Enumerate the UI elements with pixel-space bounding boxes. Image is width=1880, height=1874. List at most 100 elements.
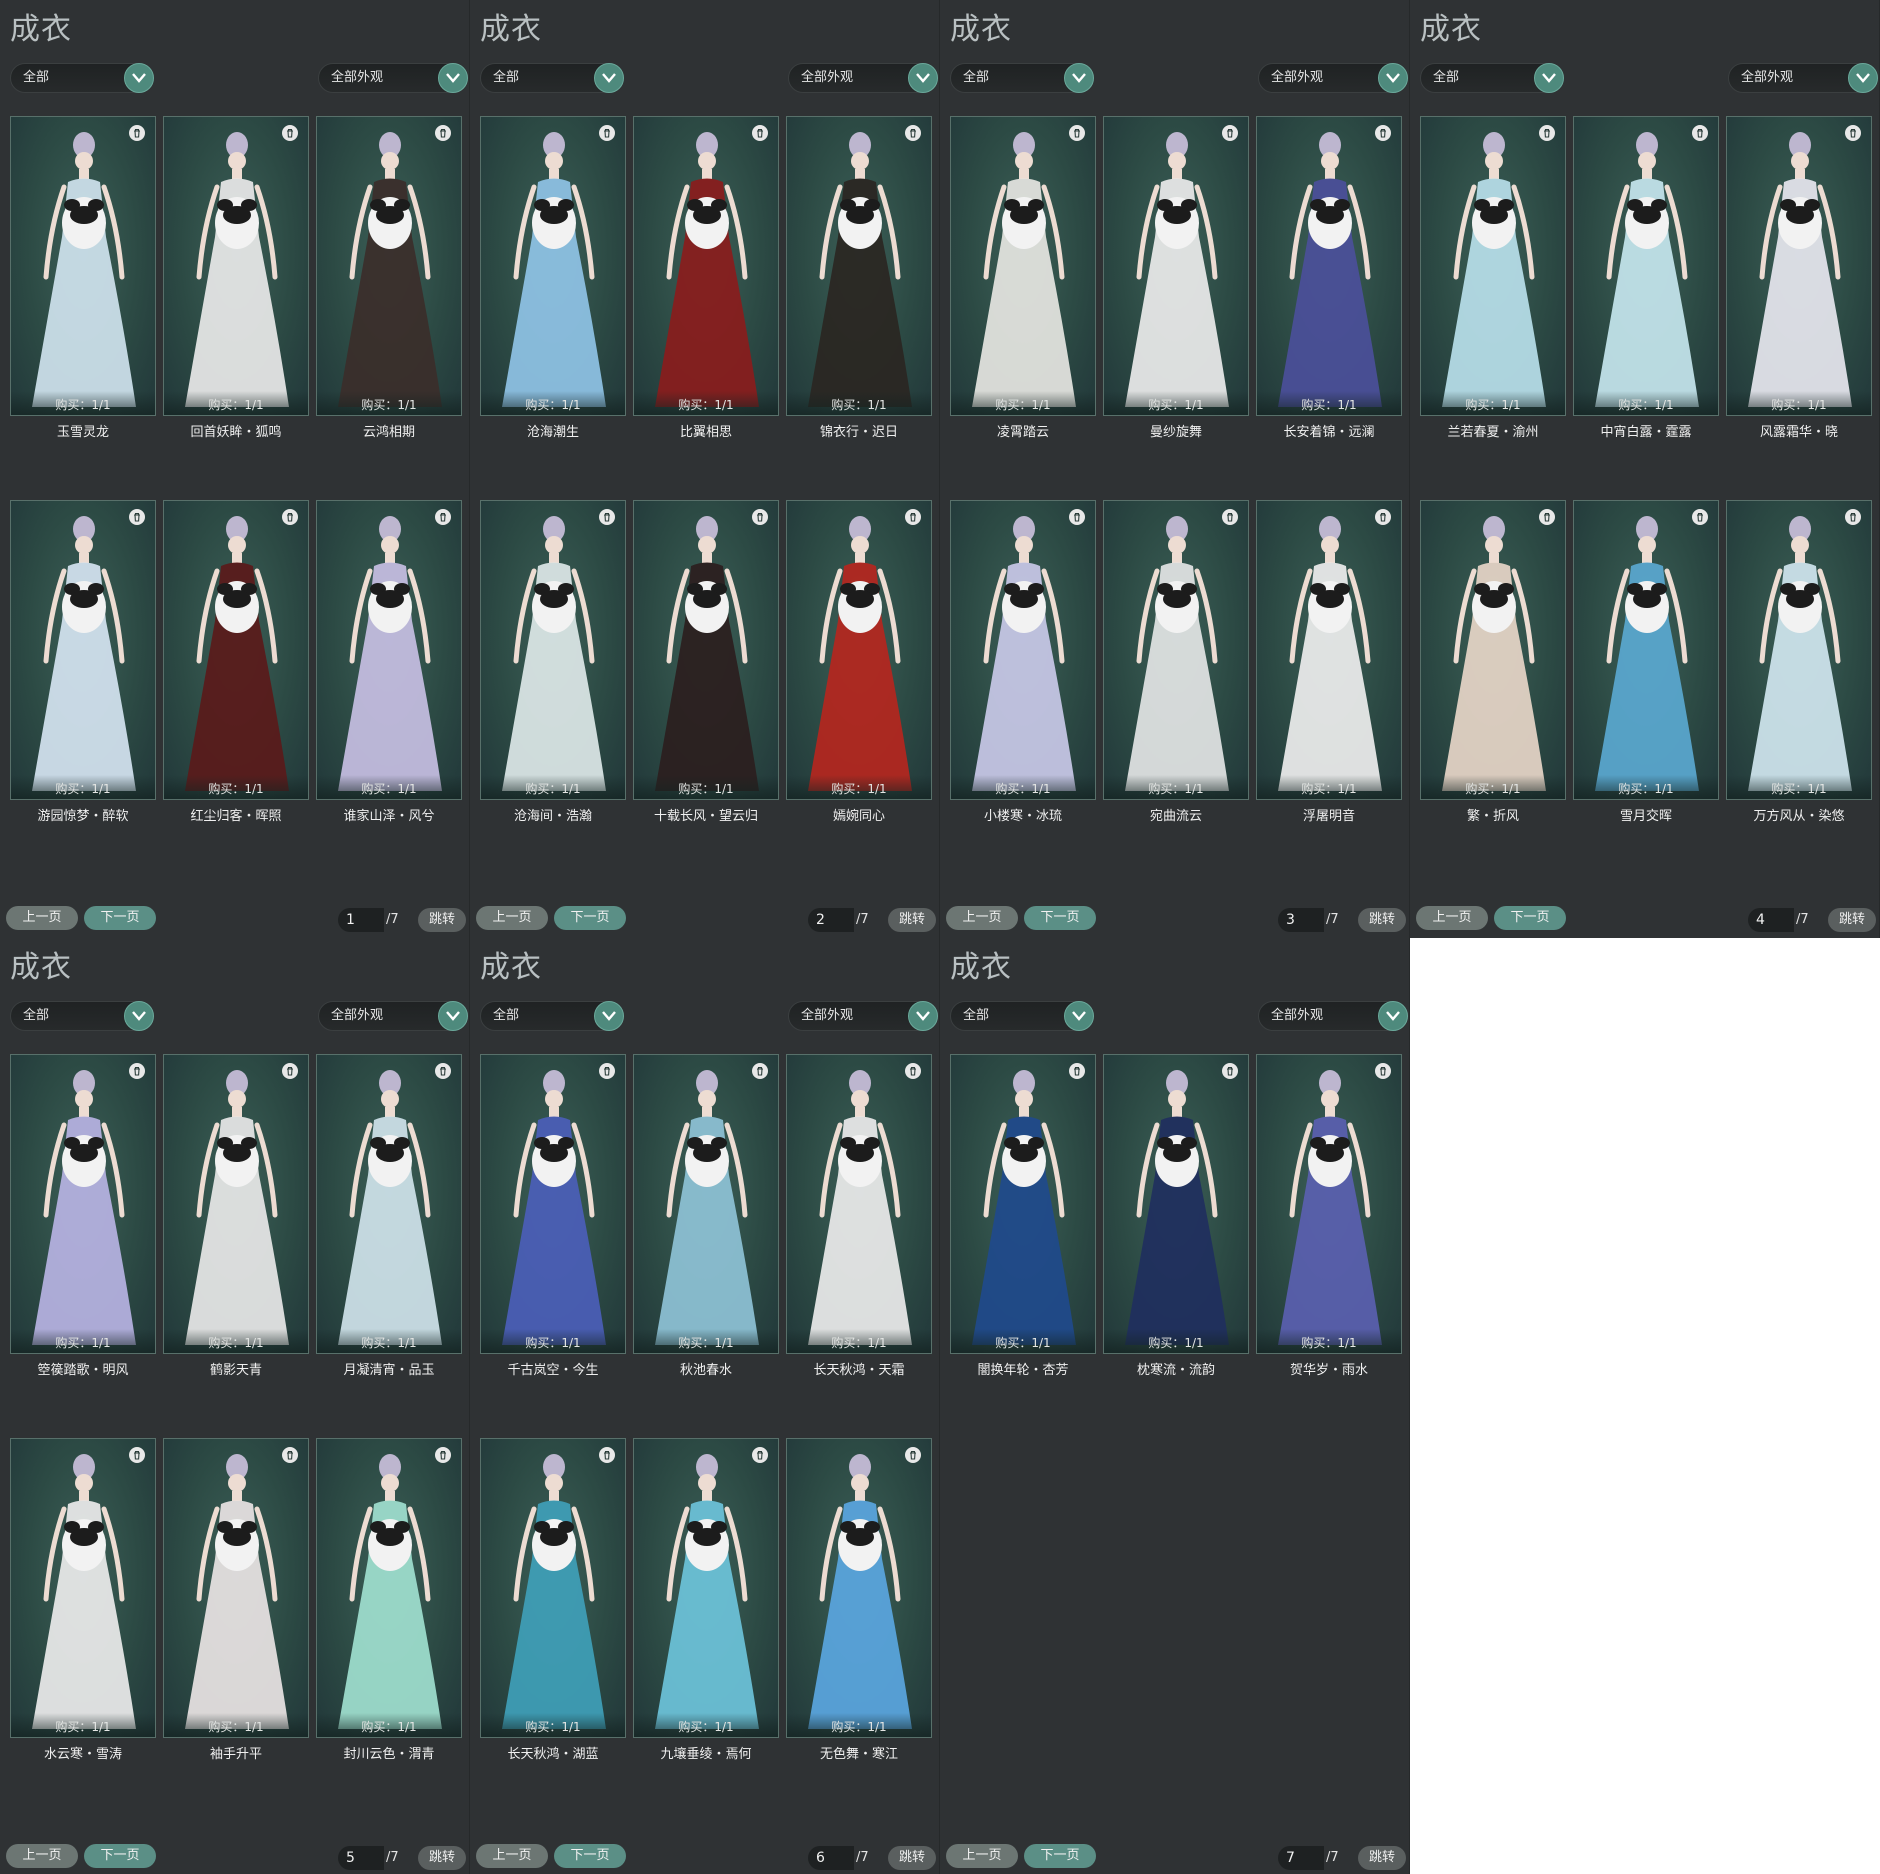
prev-page-button[interactable]: 上一页: [6, 1844, 78, 1868]
next-page-button[interactable]: 下一页: [1024, 906, 1096, 930]
outfit-preview[interactable]: [163, 1054, 309, 1354]
outfit-preview[interactable]: [950, 1054, 1096, 1354]
trash-icon[interactable]: [752, 125, 768, 141]
outfit-preview[interactable]: [480, 116, 626, 416]
outfit-preview[interactable]: [786, 1438, 932, 1738]
chevron-down-icon[interactable]: [1064, 1001, 1094, 1031]
chevron-down-icon[interactable]: [438, 1001, 468, 1031]
next-page-button[interactable]: 下一页: [84, 906, 156, 930]
page-number-input[interactable]: 2: [808, 908, 854, 932]
outfit-card[interactable]: 购买：1/1 雪月交晖: [1573, 500, 1719, 884]
outfit-preview[interactable]: [1573, 116, 1719, 416]
outfit-card[interactable]: 购买：1/1 九壤垂绫・焉何: [633, 1438, 779, 1822]
appearance-dropdown[interactable]: 全部外观: [788, 63, 938, 93]
outfit-card[interactable]: 购买：1/1 中宵白露・霆露: [1573, 116, 1719, 500]
page-number-input[interactable]: 3: [1278, 908, 1324, 932]
outfit-card[interactable]: 购买：1/1 嫣婉同心: [786, 500, 932, 884]
trash-icon[interactable]: [1539, 509, 1555, 525]
outfit-preview[interactable]: [10, 500, 156, 800]
outfit-preview[interactable]: [480, 1054, 626, 1354]
outfit-preview[interactable]: [1420, 116, 1566, 416]
outfit-card[interactable]: 购买：1/1 兰若春夏・渝州: [1420, 116, 1566, 500]
page-number-input[interactable]: 5: [338, 1846, 384, 1870]
outfit-preview[interactable]: [316, 500, 462, 800]
outfit-preview[interactable]: [316, 1054, 462, 1354]
outfit-card[interactable]: 购买：1/1 十载长风・望云归: [633, 500, 779, 884]
category-dropdown[interactable]: 全部: [10, 1001, 154, 1031]
jump-button[interactable]: 跳转: [418, 1846, 466, 1870]
chevron-down-icon[interactable]: [908, 63, 938, 93]
chevron-down-icon[interactable]: [594, 63, 624, 93]
outfit-card[interactable]: 购买：1/1 万方风从・染悠: [1726, 500, 1872, 884]
trash-icon[interactable]: [752, 1063, 768, 1079]
chevron-down-icon[interactable]: [124, 63, 154, 93]
outfit-preview[interactable]: [1103, 1054, 1249, 1354]
outfit-card[interactable]: 购买：1/1 浮屠明音: [1256, 500, 1402, 884]
page-number-input[interactable]: 6: [808, 1846, 854, 1870]
trash-icon[interactable]: [435, 1063, 451, 1079]
prev-page-button[interactable]: 上一页: [6, 906, 78, 930]
trash-icon[interactable]: [435, 125, 451, 141]
outfit-preview[interactable]: [480, 500, 626, 800]
outfit-preview[interactable]: [1726, 500, 1872, 800]
outfit-card[interactable]: 购买：1/1 小楼寒・冰琉: [950, 500, 1096, 884]
trash-icon[interactable]: [282, 1063, 298, 1079]
outfit-card[interactable]: 购买：1/1 贺华岁・雨水: [1256, 1054, 1402, 1438]
outfit-card[interactable]: 购买：1/1 封川云色・渭青: [316, 1438, 462, 1822]
outfit-preview[interactable]: [1103, 500, 1249, 800]
trash-icon[interactable]: [1539, 125, 1555, 141]
outfit-card[interactable]: 购买：1/1 闇换年轮・杏芳: [950, 1054, 1096, 1438]
outfit-card[interactable]: 购买：1/1 长天秋鸿・天霜: [786, 1054, 932, 1438]
trash-icon[interactable]: [599, 1447, 615, 1463]
prev-page-button[interactable]: 上一页: [476, 906, 548, 930]
trash-icon[interactable]: [599, 509, 615, 525]
trash-icon[interactable]: [905, 1447, 921, 1463]
trash-icon[interactable]: [129, 1447, 145, 1463]
outfit-preview[interactable]: [163, 1438, 309, 1738]
outfit-card[interactable]: 购买：1/1 长安着锦・远澜: [1256, 116, 1402, 500]
outfit-card[interactable]: 购买：1/1 沧海间・浩瀚: [480, 500, 626, 884]
chevron-down-icon[interactable]: [124, 1001, 154, 1031]
outfit-card[interactable]: 购买：1/1 千古岚空・今生: [480, 1054, 626, 1438]
trash-icon[interactable]: [1069, 125, 1085, 141]
trash-icon[interactable]: [435, 509, 451, 525]
trash-icon[interactable]: [1375, 125, 1391, 141]
outfit-card[interactable]: 购买：1/1 游园惊梦・醉软: [10, 500, 156, 884]
trash-icon[interactable]: [752, 509, 768, 525]
jump-button[interactable]: 跳转: [418, 908, 466, 932]
chevron-down-icon[interactable]: [594, 1001, 624, 1031]
trash-icon[interactable]: [129, 1063, 145, 1079]
trash-icon[interactable]: [752, 1447, 768, 1463]
outfit-preview[interactable]: [163, 116, 309, 416]
outfit-preview[interactable]: [10, 116, 156, 416]
outfit-card[interactable]: 购买：1/1 月凝清宵・品玉: [316, 1054, 462, 1438]
outfit-card[interactable]: 购买：1/1 秋池春水: [633, 1054, 779, 1438]
outfit-preview[interactable]: [316, 1438, 462, 1738]
outfit-preview[interactable]: [633, 1438, 779, 1738]
next-page-button[interactable]: 下一页: [84, 1844, 156, 1868]
jump-button[interactable]: 跳转: [1828, 908, 1876, 932]
prev-page-button[interactable]: 上一页: [946, 906, 1018, 930]
chevron-down-icon[interactable]: [1064, 63, 1094, 93]
jump-button[interactable]: 跳转: [1358, 1846, 1406, 1870]
trash-icon[interactable]: [1069, 509, 1085, 525]
trash-icon[interactable]: [1845, 125, 1861, 141]
outfit-preview[interactable]: [950, 500, 1096, 800]
outfit-preview[interactable]: [786, 1054, 932, 1354]
outfit-card[interactable]: 购买：1/1 锦衣行・迟日: [786, 116, 932, 500]
chevron-down-icon[interactable]: [438, 63, 468, 93]
outfit-preview[interactable]: [316, 116, 462, 416]
page-number-input[interactable]: 1: [338, 908, 384, 932]
category-dropdown[interactable]: 全部: [10, 63, 154, 93]
appearance-dropdown[interactable]: 全部外观: [318, 1001, 468, 1031]
outfit-card[interactable]: 购买：1/1 无色舞・寒江: [786, 1438, 932, 1822]
outfit-card[interactable]: 购买：1/1 沧海潮生: [480, 116, 626, 500]
trash-icon[interactable]: [1692, 509, 1708, 525]
trash-icon[interactable]: [1375, 509, 1391, 525]
chevron-down-icon[interactable]: [1378, 1001, 1408, 1031]
outfit-card[interactable]: 购买：1/1 繁・折风: [1420, 500, 1566, 884]
trash-icon[interactable]: [129, 125, 145, 141]
trash-icon[interactable]: [1375, 1063, 1391, 1079]
outfit-preview[interactable]: [10, 1054, 156, 1354]
trash-icon[interactable]: [1222, 509, 1238, 525]
